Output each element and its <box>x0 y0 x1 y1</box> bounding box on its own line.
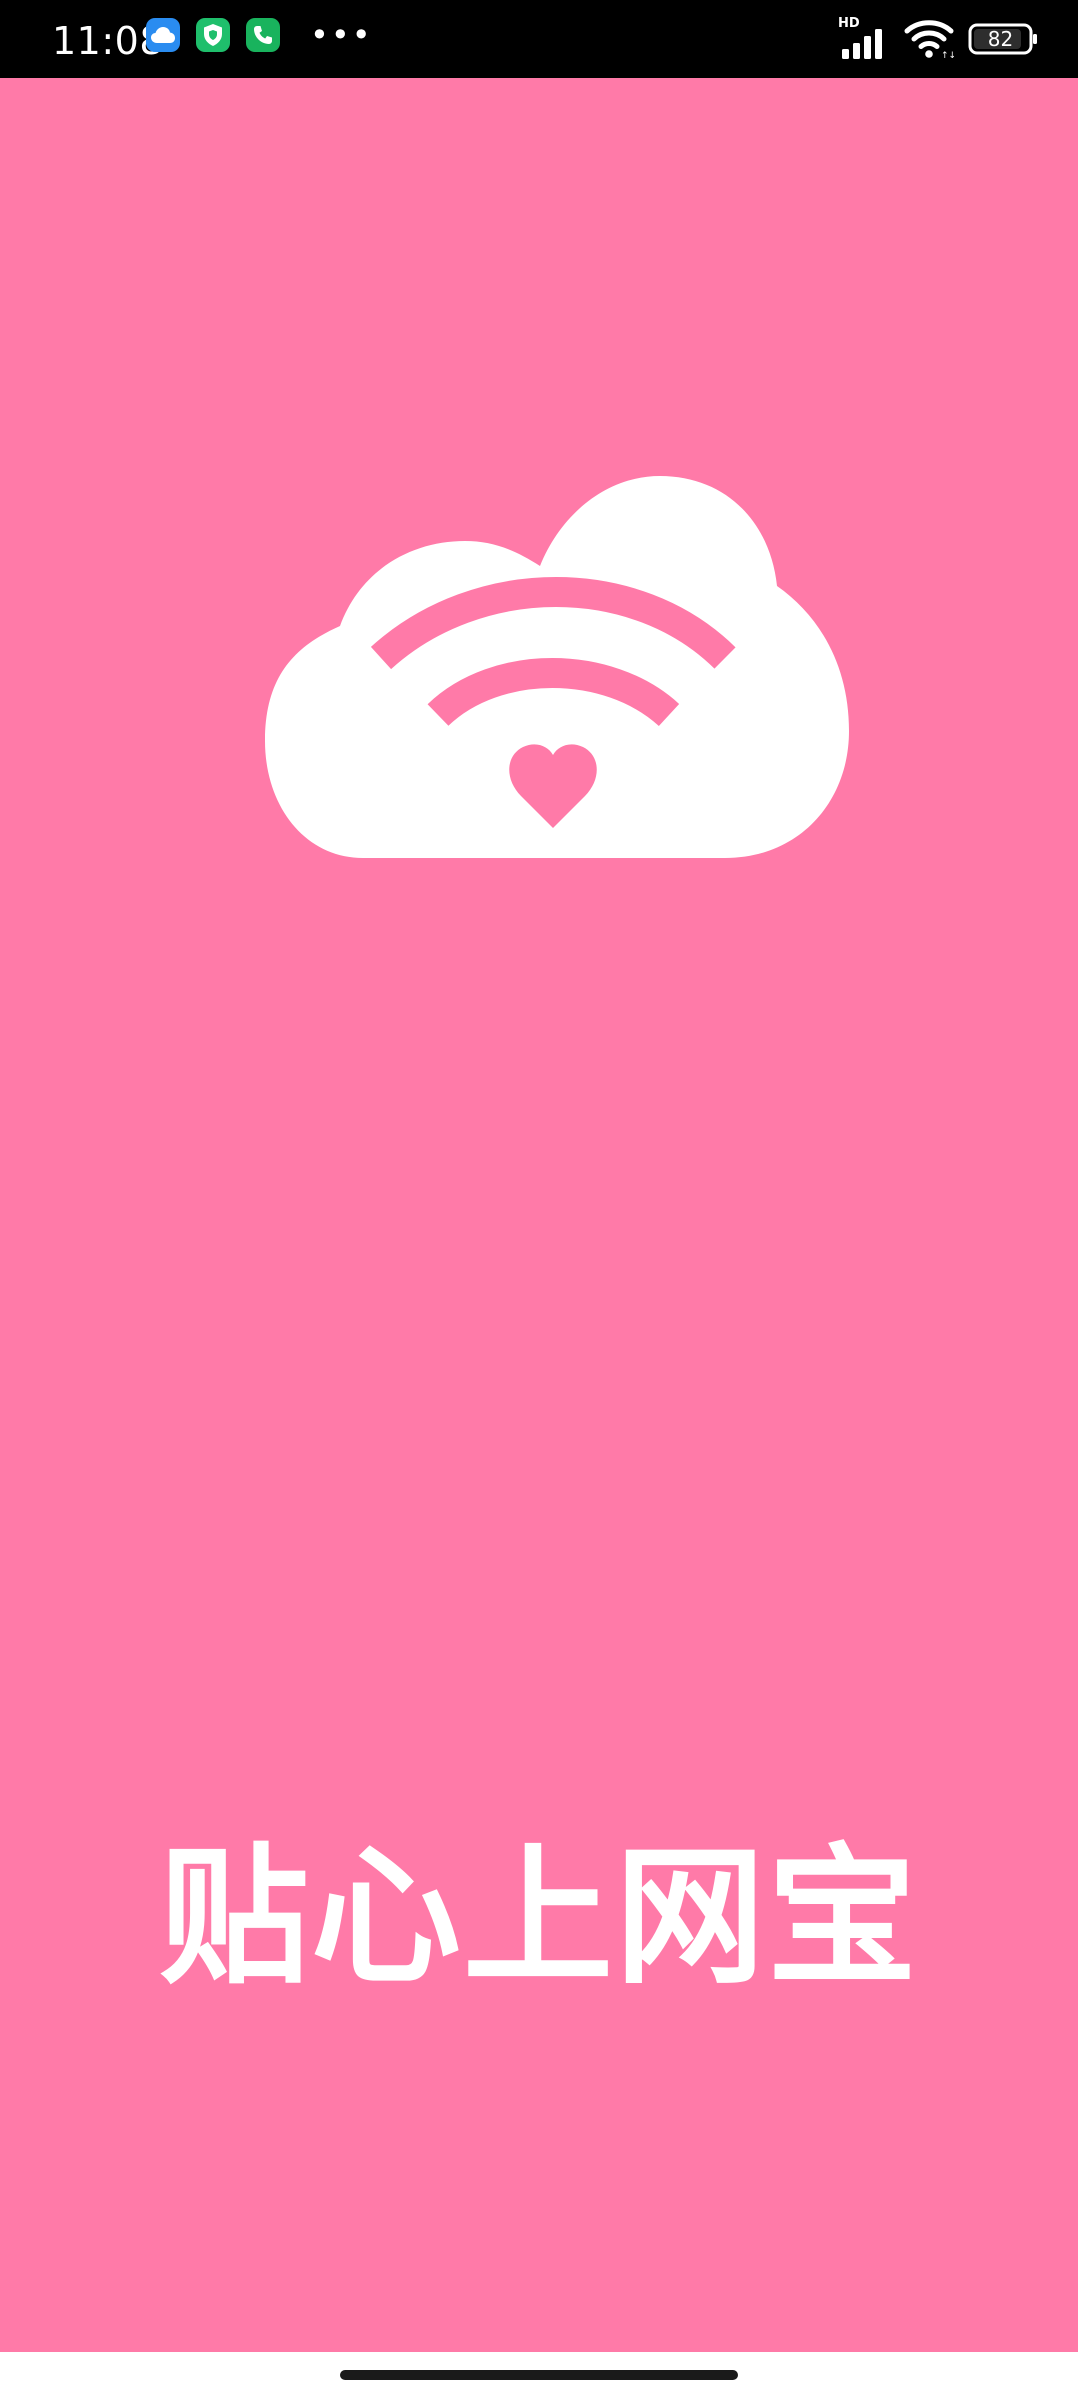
navigation-bar <box>0 2352 1078 2398</box>
wifi-icon: ↑↓ <box>904 19 956 61</box>
battery-icon: 82 <box>968 22 1038 56</box>
cellular-signal-icon: HD <box>838 17 890 61</box>
security-shield-icon <box>196 18 230 52</box>
battery-level: 82 <box>987 27 1014 51</box>
cloud-wifi-heart-icon <box>265 476 849 858</box>
app-title: 贴心上网宝 <box>158 1831 919 2005</box>
cloud-app-icon <box>146 18 180 52</box>
notification-icons <box>146 18 280 52</box>
svg-text:↑↓: ↑↓ <box>941 51 954 59</box>
splash-screen: 11:08 ••• HD ↑↓ 82 贴心上网宝 <box>0 0 1078 2398</box>
status-bar: 11:08 ••• HD ↑↓ 82 <box>0 0 1078 78</box>
home-indicator[interactable] <box>340 2370 738 2380</box>
phone-call-icon <box>246 18 280 52</box>
more-notifications-indicator: ••• <box>310 16 373 54</box>
system-indicators: HD ↑↓ 82 <box>838 16 1038 62</box>
